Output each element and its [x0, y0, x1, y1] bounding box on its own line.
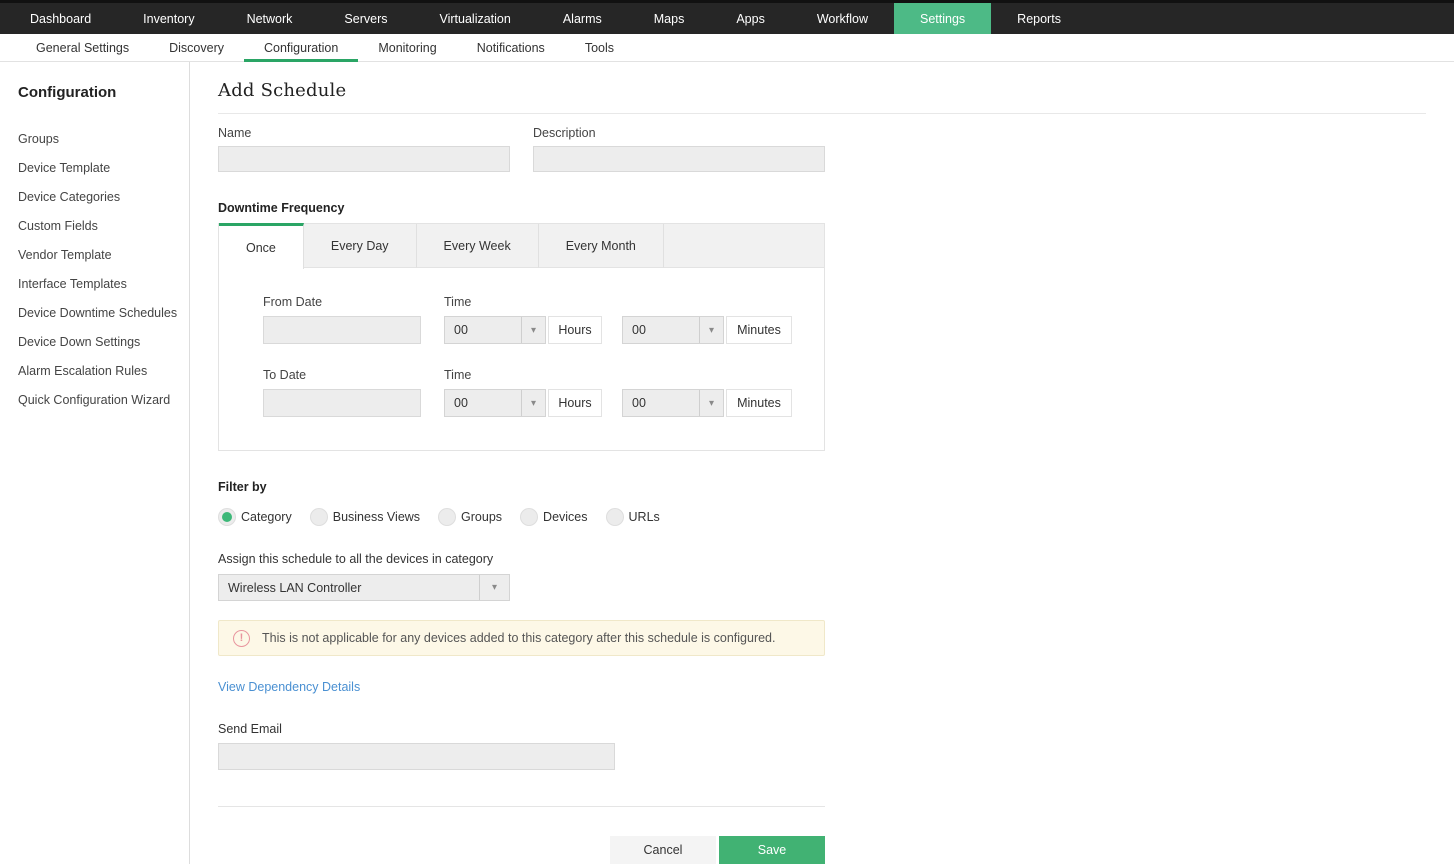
send-email-label: Send Email	[218, 722, 282, 736]
from-minutes-select[interactable]: 00	[622, 316, 724, 344]
add-schedule-form: Add Schedule Name Description Downtime F…	[190, 62, 1454, 864]
sidebar-item-interface-templates[interactable]: Interface Templates	[18, 270, 189, 299]
topnav-item-apps[interactable]: Apps	[710, 3, 791, 34]
configuration-sidebar: Configuration Groups Device Template Dev…	[0, 62, 190, 864]
sidebar-item-vendor-template[interactable]: Vendor Template	[18, 241, 189, 270]
settings-sub-navigation: General Settings Discovery Configuration…	[0, 34, 1454, 62]
topnav-item-workflow[interactable]: Workflow	[791, 3, 894, 34]
radio-unselected-icon[interactable]	[438, 508, 457, 526]
name-label: Name	[218, 126, 252, 140]
top-navigation: Dashboard Inventory Network Servers Virt…	[0, 3, 1454, 34]
tab-every-day[interactable]: Every Day	[303, 224, 417, 268]
caret-down-icon[interactable]	[699, 390, 723, 416]
topnav-item-reports[interactable]: Reports	[991, 3, 1087, 34]
to-date-input[interactable]	[263, 389, 421, 417]
tab-every-month[interactable]: Every Month	[538, 224, 664, 268]
sidebar-item-device-downtime-schedules[interactable]: Device Downtime Schedules	[18, 299, 189, 328]
topnav-item-alarms[interactable]: Alarms	[537, 3, 628, 34]
filter-radio-group: Category Business Views Groups Devices U…	[218, 508, 825, 526]
caret-down-icon[interactable]	[699, 317, 723, 343]
from-hours-value: 00	[454, 323, 468, 337]
form-actions: Cancel Save	[218, 836, 825, 864]
title-divider	[218, 113, 1426, 114]
to-hours-value: 00	[454, 396, 468, 410]
tab-every-week[interactable]: Every Week	[416, 224, 539, 268]
to-minutes-value: 00	[632, 396, 646, 410]
radio-unselected-icon[interactable]	[309, 508, 328, 526]
from-date-label: From Date	[263, 295, 323, 309]
from-minutes-unit-label: Minutes	[726, 316, 792, 344]
sidebar-item-alarm-escalation-rules[interactable]: Alarm Escalation Rules	[18, 357, 189, 386]
subnav-item-tools[interactable]: Tools	[565, 34, 634, 61]
category-dropdown-value: Wireless LAN Controller	[228, 581, 362, 595]
subnav-item-discovery[interactable]: Discovery	[149, 34, 244, 61]
topnav-item-servers[interactable]: Servers	[318, 3, 413, 34]
topnav-item-maps[interactable]: Maps	[628, 3, 711, 34]
sidebar-item-device-down-settings[interactable]: Device Down Settings	[18, 328, 189, 357]
downtime-frequency-tabs: Once Every Day Every Week Every Month	[218, 223, 825, 269]
filter-by-label: Filter by	[218, 480, 267, 494]
footer-divider	[218, 806, 825, 807]
topnav-item-network[interactable]: Network	[221, 3, 319, 34]
send-email-input[interactable]	[218, 743, 615, 770]
topnav-item-dashboard[interactable]: Dashboard	[4, 3, 117, 34]
tab-once[interactable]: Once	[219, 223, 304, 269]
from-minutes-value: 00	[632, 323, 646, 337]
to-date-label: To Date	[263, 368, 307, 382]
radio-option-urls[interactable]: URLs	[605, 508, 660, 526]
from-date-input[interactable]	[263, 316, 421, 344]
radio-unselected-icon[interactable]	[520, 508, 539, 526]
to-time-label: Time	[444, 368, 472, 382]
radio-label: URLs	[628, 510, 660, 524]
sidebar-title: Configuration	[18, 84, 117, 101]
radio-label: Category	[241, 510, 292, 524]
from-time-label: Time	[444, 295, 472, 309]
subnav-item-configuration[interactable]: Configuration	[243, 34, 359, 62]
downtime-frequency-label: Downtime Frequency	[218, 201, 345, 215]
page-title: Add Schedule	[218, 80, 347, 101]
sidebar-item-device-categories[interactable]: Device Categories	[18, 183, 189, 212]
caret-down-icon[interactable]	[479, 575, 509, 600]
radio-unselected-icon[interactable]	[605, 508, 624, 526]
subnav-item-monitoring[interactable]: Monitoring	[358, 34, 456, 61]
sidebar-item-device-template[interactable]: Device Template	[18, 154, 189, 183]
caret-down-icon[interactable]	[521, 317, 545, 343]
category-warning-banner: This is not applicable for any devices a…	[218, 620, 825, 656]
subnav-item-general-settings[interactable]: General Settings	[16, 34, 149, 61]
radio-label: Devices	[543, 510, 588, 524]
sidebar-item-custom-fields[interactable]: Custom Fields	[18, 212, 189, 241]
to-minutes-unit-label: Minutes	[726, 389, 792, 417]
assign-category-label: Assign this schedule to all the devices …	[218, 552, 494, 566]
radio-option-devices[interactable]: Devices	[520, 508, 588, 526]
radio-option-category[interactable]: Category	[218, 508, 292, 526]
once-tab-panel: From Date Time 00 Hours	[218, 268, 825, 451]
radio-label: Groups	[461, 510, 503, 524]
topnav-item-settings[interactable]: Settings	[894, 3, 992, 34]
tabstrip-filler	[663, 224, 824, 268]
sidebar-item-quick-configuration-wizard[interactable]: Quick Configuration Wizard	[18, 386, 189, 415]
from-hours-unit-label: Hours	[548, 316, 602, 344]
warning-text: This is not applicable for any devices a…	[262, 631, 776, 645]
to-hours-select[interactable]: 00	[444, 389, 546, 417]
caret-down-icon[interactable]	[521, 390, 545, 416]
radio-selected-icon[interactable]	[218, 508, 236, 526]
alert-circle-icon	[233, 629, 250, 647]
radio-label: Business Views	[332, 510, 421, 524]
save-button[interactable]: Save	[719, 836, 825, 864]
from-hours-select[interactable]: 00	[444, 316, 546, 344]
radio-option-groups[interactable]: Groups	[438, 508, 502, 526]
radio-option-business-views[interactable]: Business Views	[309, 508, 421, 526]
sidebar-item-groups[interactable]: Groups	[18, 125, 189, 154]
description-input[interactable]	[533, 146, 825, 172]
description-label: Description	[533, 126, 596, 140]
subnav-item-notifications[interactable]: Notifications	[457, 34, 565, 61]
cancel-button[interactable]: Cancel	[610, 836, 716, 864]
category-dropdown[interactable]: Wireless LAN Controller	[218, 574, 510, 601]
to-hours-unit-label: Hours	[548, 389, 602, 417]
topnav-item-virtualization[interactable]: Virtualization	[414, 3, 537, 34]
to-minutes-select[interactable]: 00	[622, 389, 724, 417]
topnav-item-inventory[interactable]: Inventory	[117, 3, 220, 34]
view-dependency-details-link[interactable]: View Dependency Details	[218, 680, 360, 694]
name-input[interactable]	[218, 146, 510, 172]
